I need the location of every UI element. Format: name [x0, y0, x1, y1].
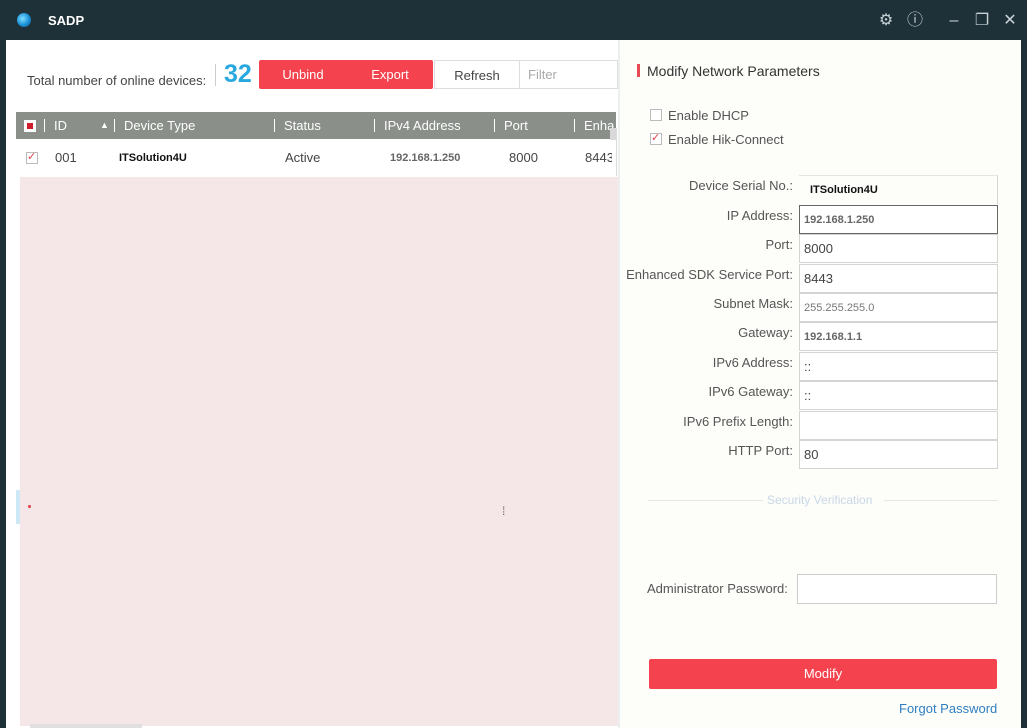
column-header-id[interactable]: ID [54, 112, 67, 139]
select-all-checkbox[interactable] [24, 120, 36, 132]
http-port-input[interactable]: 80 [799, 440, 998, 469]
admin-password-input[interactable] [797, 574, 997, 604]
security-divider-left [648, 500, 763, 501]
sort-asc-icon[interactable]: ▲ [100, 112, 109, 139]
column-header-status[interactable]: Status [284, 112, 321, 139]
action-button-group: Unbind Export [259, 60, 433, 89]
sdk-port-input[interactable]: 8443 [799, 264, 998, 293]
port-input[interactable]: 8000 [799, 234, 998, 263]
column-divider [374, 119, 375, 132]
toolbar-divider [215, 64, 216, 86]
gateway-label: Gateway: [738, 325, 793, 340]
ipv6-prefix-label: IPv6 Prefix Length: [683, 414, 793, 429]
app-logo-icon [17, 13, 31, 27]
horizontal-scrollbar[interactable] [30, 724, 142, 728]
admin-password-label: Administrator Password: [647, 581, 788, 596]
table-header: ID ▲ Device Type Status IPv4 Address Por… [16, 112, 616, 139]
column-header-device-type[interactable]: Device Type [124, 112, 195, 139]
enable-hik-connect-label: Enable Hik-Connect [668, 132, 784, 147]
column-header-port[interactable]: Port [504, 112, 528, 139]
maximize-icon[interactable]: ❐ [971, 10, 993, 32]
subnet-mask-label: Subnet Mask: [713, 296, 794, 311]
info-icon[interactable]: ⓘ [904, 10, 926, 32]
row-checkbox[interactable] [26, 150, 38, 164]
window-frame-left [0, 40, 6, 728]
unbind-button[interactable]: Unbind [259, 60, 347, 89]
cell-port: 8000 [509, 150, 538, 165]
enable-hik-connect-checkbox[interactable] [650, 131, 662, 145]
cell-ipv4: 192.168.1.250 [390, 152, 461, 164]
filter-input[interactable] [520, 60, 618, 89]
ip-address-input[interactable]: 192.168.1.250 [799, 205, 998, 234]
serial-label: Device Serial No.: [688, 178, 793, 193]
title-bar [0, 0, 1027, 40]
column-divider [494, 119, 495, 132]
gateway-input[interactable]: 192.168.1.1 [799, 322, 998, 351]
enable-dhcp-label: Enable DHCP [668, 108, 749, 123]
table-body-area [20, 177, 618, 726]
security-verification-label: Security Verification [767, 493, 873, 507]
text-cursor-icon: ⁞ [502, 504, 506, 518]
ipv6-gateway-label: IPv6 Gateway: [708, 384, 793, 399]
http-port-label: HTTP Port: [728, 443, 793, 458]
ipv6-prefix-input[interactable] [799, 411, 998, 440]
serial-value: ITSolution4U [799, 175, 998, 204]
close-icon[interactable]: ✕ [999, 10, 1021, 32]
cell-enhanced-port: 8443 [585, 150, 612, 165]
row-focus-accent [16, 490, 20, 524]
column-header-ipv4[interactable]: IPv4 Address [384, 112, 461, 139]
column-divider [574, 119, 575, 132]
cell-id: 001 [55, 150, 77, 165]
security-divider-right [884, 500, 998, 501]
cell-status: Active [285, 150, 321, 165]
cell-device-type: ITSolution4U [119, 152, 187, 164]
refresh-button[interactable]: Refresh [434, 60, 520, 89]
export-button[interactable]: Export [347, 60, 433, 89]
column-divider [114, 119, 115, 132]
device-count: 32 [224, 60, 252, 88]
window-title: SADP [48, 13, 85, 28]
modify-button[interactable]: Modify [649, 659, 997, 689]
ipv6-address-input[interactable]: :: [799, 352, 998, 381]
table-row[interactable]: 001 ITSolution4U Active 192.168.1.250 80… [16, 140, 616, 177]
column-divider [44, 119, 45, 132]
forgot-password-link[interactable]: Forgot Password [899, 701, 997, 716]
subnet-mask-input[interactable]: 255.255.255.0 [799, 293, 998, 322]
ipv6-address-label: IPv6 Address: [712, 355, 793, 370]
minimize-icon[interactable]: – [943, 10, 965, 32]
column-divider [274, 119, 275, 132]
port-label: Port: [765, 237, 793, 252]
panel-title-accent [637, 64, 640, 77]
enable-dhcp-checkbox[interactable] [650, 109, 662, 121]
ipv6-gateway-input[interactable]: :: [799, 381, 998, 410]
total-devices-label: Total number of online devices: [27, 73, 207, 88]
marker-dot [28, 505, 31, 508]
ip-address-label: IP Address: [726, 208, 793, 223]
gear-icon[interactable]: ⚙ [875, 10, 897, 32]
panel-title: Modify Network Parameters [647, 63, 820, 79]
sdk-port-label: Enhanced SDK Service Port: [626, 267, 793, 282]
window-frame-right [1021, 40, 1027, 728]
